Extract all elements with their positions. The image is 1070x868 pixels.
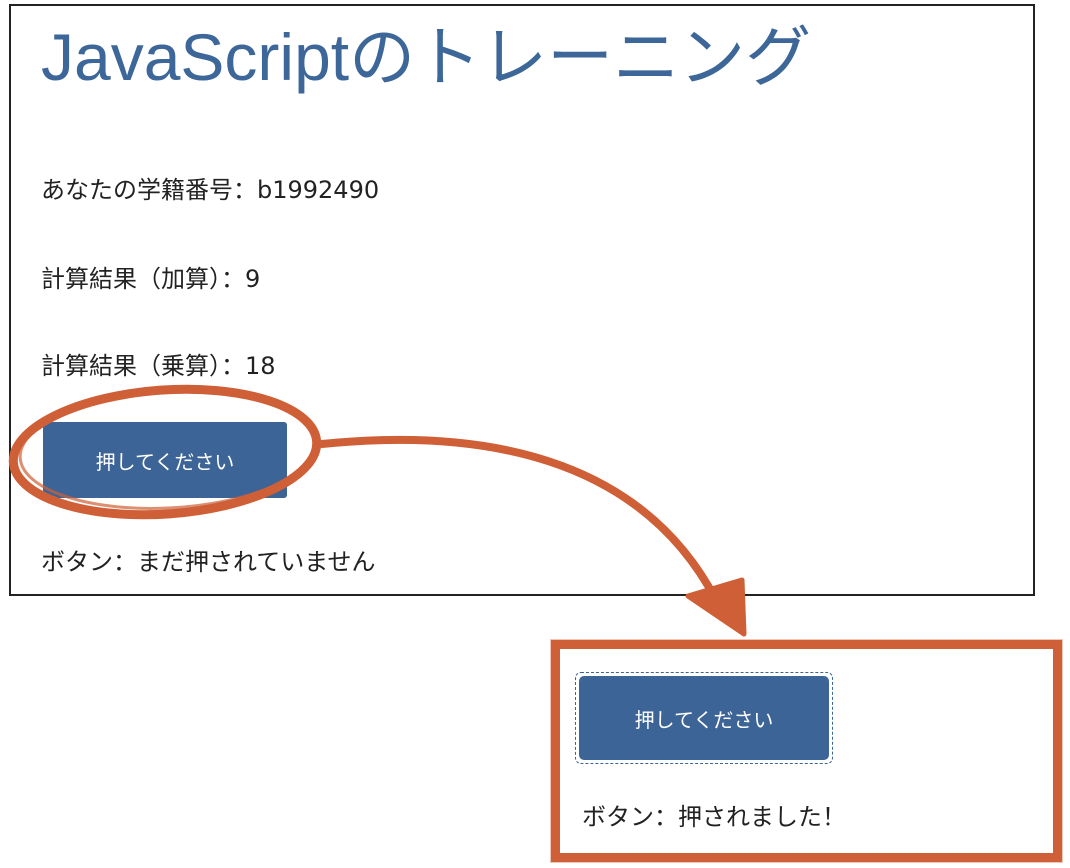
push-button-clicked[interactable]: 押してください — [579, 676, 829, 760]
push-button[interactable]: 押してください — [43, 422, 287, 498]
page-title: JavaScriptのトレーニング — [41, 20, 812, 94]
button-status-text: ボタン：まだ押されていません — [41, 548, 376, 576]
button-status-text-after-click: ボタン：押されました！ — [582, 803, 846, 831]
addition-result-text: 計算結果（加算）：9 — [41, 265, 261, 293]
browser-page-frame: JavaScriptのトレーニング あなたの学籍番号：b1992490 計算結果… — [9, 4, 1035, 596]
student-id-text: あなたの学籍番号：b1992490 — [41, 176, 380, 204]
multiplication-result-text: 計算結果（乗算）：18 — [41, 352, 276, 380]
result-inset-panel: 押してください ボタン：押されました！ — [551, 640, 1062, 862]
